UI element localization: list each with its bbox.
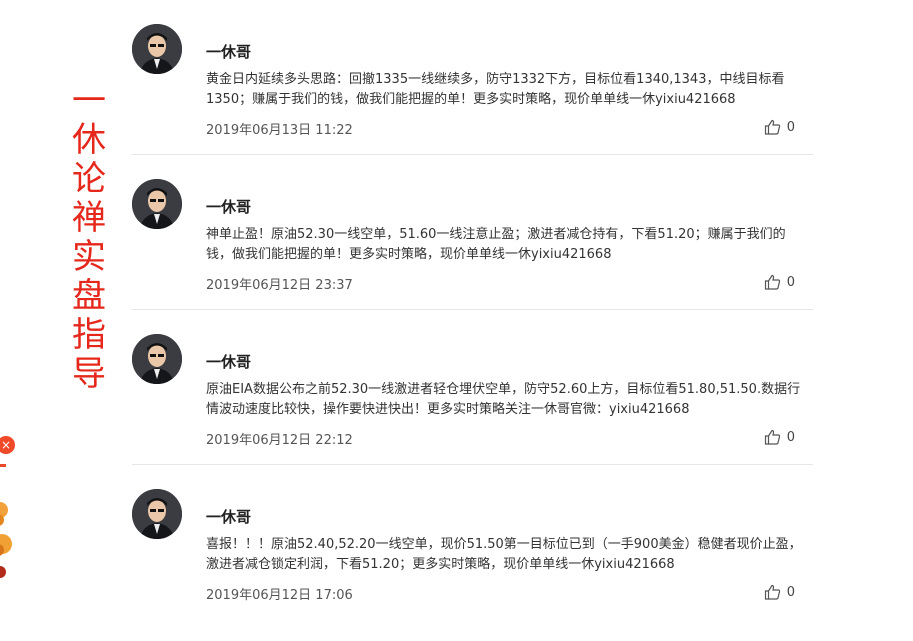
user-avatar[interactable]	[132, 489, 182, 539]
user-avatar[interactable]	[132, 334, 182, 384]
post-content: 喜报！！！原油52.40,52.20一线空单，现价51.50第一目标位已到（一手…	[206, 537, 802, 572]
close-icon[interactable]: ×	[0, 436, 15, 454]
user-avatar[interactable]	[132, 179, 182, 229]
banner-char: 导	[72, 354, 106, 394]
post-time: 2019年06月12日 17:06	[206, 588, 353, 603]
floating-decoration-icon	[0, 464, 12, 578]
banner-char: 休	[72, 120, 106, 160]
post-item: 一休哥 黄金日内延续多头思路：回撤1335一线继续多，防守1332下方，目标位看…	[132, 22, 813, 155]
post-content: 黄金日内延续多头思路：回撤1335一线继续多，防守1332下方，目标位看1340…	[206, 72, 785, 107]
thumbs-up-icon	[764, 274, 780, 290]
post-item: 一休哥 喜报！！！原油52.40,52.20一线空单，现价51.50第一目标位已…	[132, 487, 813, 619]
banner-char: 指	[72, 315, 106, 355]
like-count: 0	[786, 119, 795, 135]
post-item: 一休哥 原油EIA数据公布之前52.30一线激进者轻仓埋伏空单，防守52.60上…	[132, 332, 813, 465]
author-name[interactable]: 一休哥	[206, 506, 251, 527]
side-banner: 一 休 论 禅 实 盘 指 导	[66, 82, 112, 394]
post-feed: 一休哥 黄金日内延续多头思路：回撤1335一线继续多，防守1332下方，目标位看…	[132, 22, 813, 641]
post-time: 2019年06月13日 11:22	[206, 123, 353, 138]
post-item: 一休哥 神单止盈！原油52.30一线空单，51.60一线注意止盈；激进者减仓持有…	[132, 177, 813, 310]
post-time: 2019年06月12日 22:12	[206, 433, 353, 448]
thumbs-up-icon	[764, 119, 780, 135]
like-button[interactable]: 0	[764, 119, 795, 135]
author-name[interactable]: 一休哥	[206, 351, 251, 372]
like-button[interactable]: 0	[764, 429, 795, 445]
banner-char: 一	[72, 81, 106, 121]
like-count: 0	[786, 584, 795, 600]
banner-char: 论	[72, 159, 106, 199]
post-content: 神单止盈！原油52.30一线空单，51.60一线注意止盈；激进者减仓持有，下看5…	[206, 227, 786, 262]
user-avatar[interactable]	[132, 24, 182, 74]
like-button[interactable]: 0	[764, 584, 795, 600]
like-count: 0	[786, 274, 795, 290]
like-count: 0	[786, 429, 795, 445]
banner-char: 禅	[72, 198, 106, 238]
thumbs-up-icon	[764, 584, 780, 600]
author-name[interactable]: 一休哥	[206, 41, 251, 62]
banner-char: 实	[72, 237, 106, 277]
post-time: 2019年06月12日 23:37	[206, 278, 353, 293]
thumbs-up-icon	[764, 429, 780, 445]
banner-char: 盘	[72, 276, 106, 316]
author-name[interactable]: 一休哥	[206, 196, 251, 217]
post-content: 原油EIA数据公布之前52.30一线激进者轻仓埋伏空单，防守52.60上方，目标…	[206, 382, 801, 417]
like-button[interactable]: 0	[764, 274, 795, 290]
